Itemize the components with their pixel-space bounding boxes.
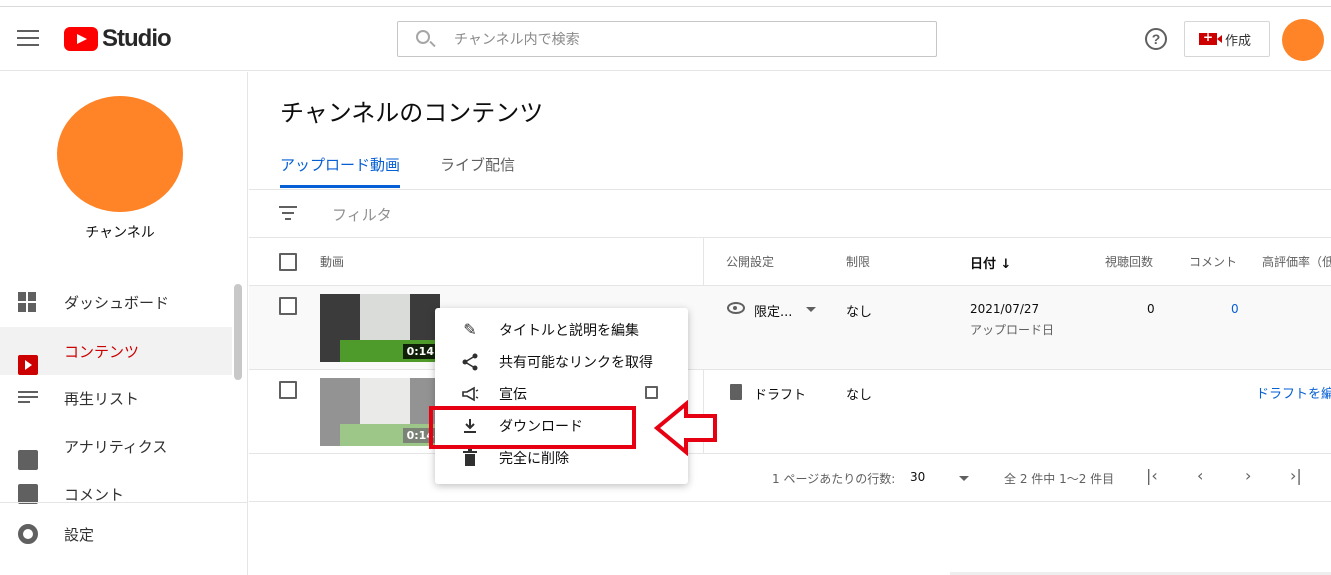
column-header-restrictions[interactable]: 制限 bbox=[846, 253, 870, 270]
restrictions-value: なし bbox=[846, 388, 873, 403]
create-label: 作成 bbox=[1225, 33, 1252, 49]
next-page-icon[interactable]: › bbox=[1245, 466, 1251, 485]
video-duration: 0:14 bbox=[402, 344, 438, 359]
comments-value[interactable]: 0 bbox=[1231, 302, 1239, 316]
visibility-value[interactable]: 限定... bbox=[754, 301, 792, 320]
divider bbox=[249, 501, 1331, 502]
page-range: 全 2 件中 1〜2 件目 bbox=[1004, 472, 1115, 486]
date-value: 2021/07/27 bbox=[970, 302, 1040, 316]
channel-avatar[interactable] bbox=[57, 96, 183, 212]
menu-item-label: 共有可能なリンクを取得 bbox=[499, 355, 653, 371]
date-type: アップロード日 bbox=[970, 323, 1055, 337]
column-header-views[interactable]: 視聴回数 bbox=[1105, 253, 1153, 270]
sidebar-item-dashboard[interactable]: ダッシュボード bbox=[0, 278, 232, 326]
column-header-comments[interactable]: コメント bbox=[1189, 253, 1237, 270]
tab-uploads[interactable]: アップロード動画 bbox=[280, 154, 400, 175]
pencil-icon: ✎ bbox=[463, 320, 477, 339]
top-bar: Studio ? 作成 bbox=[0, 7, 1331, 71]
menu-item-label: タイトルと説明を編集 bbox=[499, 323, 639, 339]
hamburger-menu-icon[interactable] bbox=[17, 30, 39, 46]
visibility-value: ドラフト bbox=[754, 388, 807, 403]
sidebar-item-settings[interactable]: 設定 bbox=[0, 510, 232, 558]
divider bbox=[249, 237, 1331, 238]
sidebar: チャンネル ダッシュボード コンテンツ 再生リスト アナリティクス コメント 設… bbox=[0, 72, 248, 575]
share-icon bbox=[462, 353, 478, 371]
edit-draft-link[interactable]: ドラフトを編 bbox=[1256, 383, 1331, 402]
menu-item-label: 完全に削除 bbox=[499, 451, 569, 467]
sidebar-item-content[interactable]: コンテンツ bbox=[0, 327, 232, 375]
sidebar-item-label: アナリティクス bbox=[64, 438, 168, 456]
sidebar-item-label: 再生リスト bbox=[64, 390, 140, 408]
search-box[interactable] bbox=[397, 21, 937, 57]
sort-arrow-down-icon: ↓ bbox=[1000, 257, 1012, 272]
sidebar-item-label: ダッシュボード bbox=[64, 294, 170, 312]
rows-per-page-label: 1 ページあたりの行数: bbox=[772, 472, 896, 486]
menu-item-label: 宣伝 bbox=[499, 387, 527, 403]
menu-item-share-link[interactable]: 共有可能なリンクを取得 bbox=[435, 346, 688, 378]
column-header-video: 動画 bbox=[320, 255, 345, 269]
column-header-date[interactable]: 日付 ↓ bbox=[970, 253, 1011, 272]
eye-icon bbox=[727, 302, 745, 314]
rows-per-page-select[interactable]: 30 bbox=[910, 470, 925, 484]
playlist-icon bbox=[18, 388, 38, 408]
page-title: チャンネルのコンテンツ bbox=[280, 99, 544, 127]
video-options-menu: ✎ タイトルと説明を編集 共有可能なリンクを取得 宣伝 ダウンロード 完全に削除 bbox=[435, 308, 688, 484]
views-value: 0 bbox=[1147, 302, 1155, 316]
chevron-down-icon[interactable] bbox=[959, 476, 969, 481]
create-button[interactable]: 作成 bbox=[1184, 21, 1270, 57]
account-avatar[interactable] bbox=[1282, 19, 1324, 61]
channel-name: チャンネル bbox=[85, 225, 155, 241]
gear-icon bbox=[18, 524, 38, 544]
row-checkbox[interactable] bbox=[279, 297, 297, 315]
trash-icon bbox=[463, 449, 477, 466]
youtube-studio-logo[interactable]: Studio bbox=[64, 25, 172, 53]
video-thumbnail[interactable]: 0:14 bbox=[320, 378, 440, 446]
first-page-icon[interactable]: |‹ bbox=[1146, 466, 1158, 485]
megaphone-icon bbox=[462, 386, 479, 402]
restrictions-value: なし bbox=[846, 305, 873, 320]
last-page-icon[interactable]: ›| bbox=[1290, 466, 1302, 485]
search-icon bbox=[416, 30, 430, 44]
left-arrow-annotation-icon bbox=[654, 400, 717, 456]
tab-live[interactable]: ライブ配信 bbox=[440, 154, 515, 175]
content-icon bbox=[18, 355, 38, 375]
external-link-icon bbox=[645, 386, 658, 399]
column-header-date-label: 日付 bbox=[970, 257, 997, 272]
sidebar-divider bbox=[0, 502, 247, 503]
column-header-visibility[interactable]: 公開設定 bbox=[726, 253, 774, 270]
divider bbox=[249, 189, 1331, 190]
column-header-likes[interactable]: 高評価率（低 bbox=[1262, 253, 1331, 270]
sidebar-scrollbar[interactable] bbox=[234, 284, 242, 380]
sidebar-item-analytics[interactable]: アナリティクス bbox=[0, 422, 232, 470]
download-highlight-box bbox=[429, 406, 636, 449]
comment-icon bbox=[18, 484, 38, 504]
youtube-play-icon bbox=[64, 27, 98, 51]
analytics-icon bbox=[18, 450, 38, 470]
video-camera-icon bbox=[1199, 30, 1222, 45]
active-tab-indicator bbox=[280, 185, 400, 188]
divider bbox=[249, 369, 1331, 370]
logo-text: Studio bbox=[102, 25, 172, 52]
sidebar-item-label: コンテンツ bbox=[64, 343, 140, 361]
search-input[interactable] bbox=[454, 29, 914, 51]
row-checkbox[interactable] bbox=[279, 381, 297, 399]
filter-input[interactable]: フィルタ bbox=[332, 204, 392, 225]
filter-icon[interactable] bbox=[279, 206, 297, 220]
select-all-checkbox[interactable] bbox=[279, 253, 297, 271]
divider bbox=[249, 453, 1331, 454]
dashboard-icon bbox=[18, 292, 38, 312]
sidebar-item-playlists[interactable]: 再生リスト bbox=[0, 374, 232, 422]
prev-page-icon[interactable]: ‹ bbox=[1197, 466, 1203, 485]
menu-item-edit[interactable]: ✎ タイトルと説明を編集 bbox=[435, 314, 688, 346]
video-thumbnail[interactable]: 0:14 bbox=[320, 294, 440, 362]
sidebar-item-label: 設定 bbox=[64, 526, 95, 544]
help-icon[interactable]: ? bbox=[1145, 28, 1167, 50]
chevron-down-icon[interactable] bbox=[806, 307, 816, 312]
draft-document-icon bbox=[730, 384, 742, 400]
